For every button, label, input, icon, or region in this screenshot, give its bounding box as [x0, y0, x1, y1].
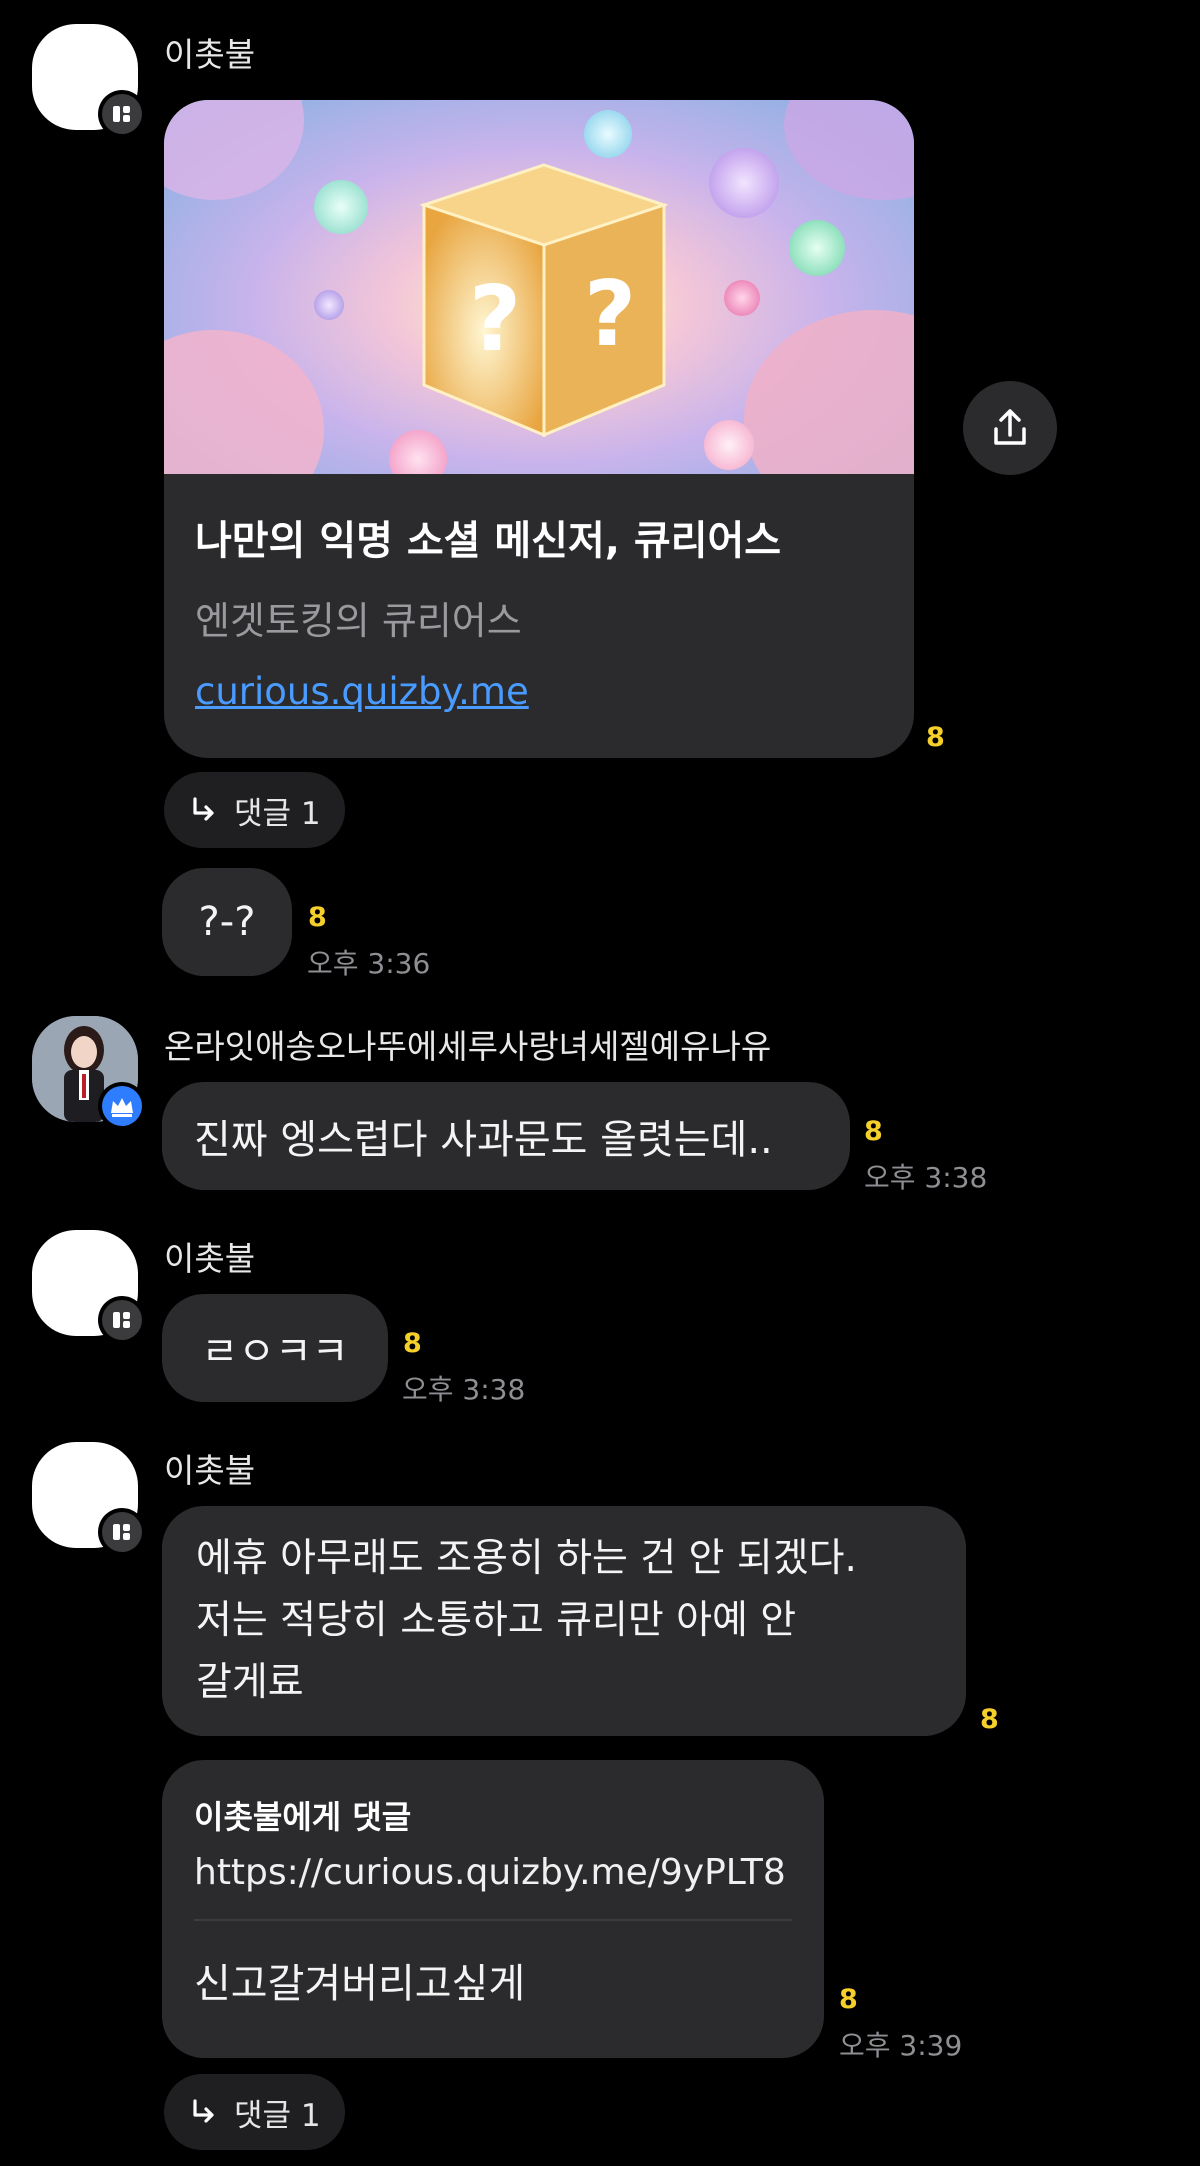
read-count: 8: [864, 1116, 883, 1147]
grid-icon: [113, 106, 130, 122]
read-count: 8: [403, 1328, 422, 1359]
sender-name: 온라잇애송오나뚜에세루사랑녀세젤예유나유: [164, 1027, 772, 1066]
card-title: 나만의 익명 소셜 메신저, 큐리어스: [195, 518, 782, 564]
message-time: 오후 3:39: [839, 2029, 963, 2062]
message-text: ?-?: [198, 899, 256, 945]
share-icon: [994, 409, 1026, 445]
message-text-line: 에휴 아무래도 조용히 하는 건 안 되겠다.: [196, 1536, 857, 1581]
message-bubble[interactable]: 진짜 엥스럽다 사과문도 올렷는데..: [162, 1082, 850, 1190]
reply-count-label: 댓글 1: [234, 795, 321, 832]
reply-thread-button[interactable]: 댓글 1: [164, 2074, 345, 2150]
reply-count-label: 댓글 1: [234, 2097, 321, 2134]
message-bubble[interactable]: ?-?: [162, 868, 292, 976]
grid-icon: [113, 1312, 130, 1328]
reply-divider: [194, 1919, 792, 1921]
crown-icon: [111, 1098, 133, 1117]
message-time: 오후 3:38: [864, 1161, 988, 1194]
message-text: 진짜 엥스럽다 사과문도 올렷는데..: [194, 1117, 773, 1163]
message-bubble[interactable]: ㄹㅇㅋㅋ: [162, 1294, 388, 1402]
reply-thread-button[interactable]: 댓글 1: [164, 772, 345, 848]
svg-text:?: ?: [584, 262, 636, 367]
message-text-line: 저는 적당히 소통하고 큐리만 아예 안: [196, 1598, 797, 1643]
card-subtitle: 엔겟토킹의 큐리어스: [195, 599, 522, 643]
share-button[interactable]: [963, 381, 1057, 475]
sender-avatar[interactable]: [32, 1230, 146, 1344]
reply-arrow-icon: [193, 797, 214, 821]
svg-text:?: ?: [469, 267, 521, 372]
message-bubble[interactable]: 에휴 아무래도 조용히 하는 건 안 되겠다. 저는 적당히 소통하고 큐리만 …: [162, 1506, 966, 1736]
sender-avatar[interactable]: [32, 1442, 146, 1556]
sender-avatar[interactable]: [32, 1016, 146, 1130]
message-time: 오후 3:36: [307, 947, 431, 980]
grid-icon: [113, 1524, 130, 1540]
message-text-line: 갈게료: [196, 1660, 304, 1705]
sender-avatar[interactable]: [32, 24, 146, 138]
profile-badge: [98, 1508, 146, 1556]
reply-message-bubble[interactable]: 이촛불에게 댓글 https://curious.quizby.me/9yPLT…: [162, 1760, 824, 2058]
message-time: 오후 3:38: [402, 1373, 526, 1406]
read-count: 8: [926, 722, 945, 753]
reply-arrow-icon: [193, 2099, 214, 2123]
link-preview-card[interactable]: ? ? 나만의 익명 소셜 메신저, 큐리어스 엔겟토킹의 큐리어스 curio…: [164, 100, 914, 758]
profile-badge: [98, 90, 146, 138]
link-preview-image: ? ?: [164, 100, 914, 474]
owner-badge: [98, 1082, 146, 1130]
read-count: 8: [308, 902, 327, 933]
mystery-box-icon: ? ?: [419, 163, 669, 438]
profile-badge: [98, 1296, 146, 1344]
sender-name: 이촛불: [164, 1451, 256, 1490]
read-count: 8: [980, 1704, 999, 1735]
message-text: ㄹㅇㅋㅋ: [201, 1329, 349, 1375]
card-link[interactable]: curious.quizby.me: [195, 670, 529, 713]
read-count: 8: [839, 1984, 858, 2015]
message-text: 신고갈겨버리고싶게: [194, 1961, 526, 2007]
reply-url[interactable]: https://curious.quizby.me/9yPLT8: [194, 1852, 792, 1893]
sender-name: 이촛불: [164, 35, 256, 74]
reply-header: 이촛불에게 댓글: [194, 1798, 412, 1836]
sender-name: 이촛불: [164, 1239, 256, 1278]
